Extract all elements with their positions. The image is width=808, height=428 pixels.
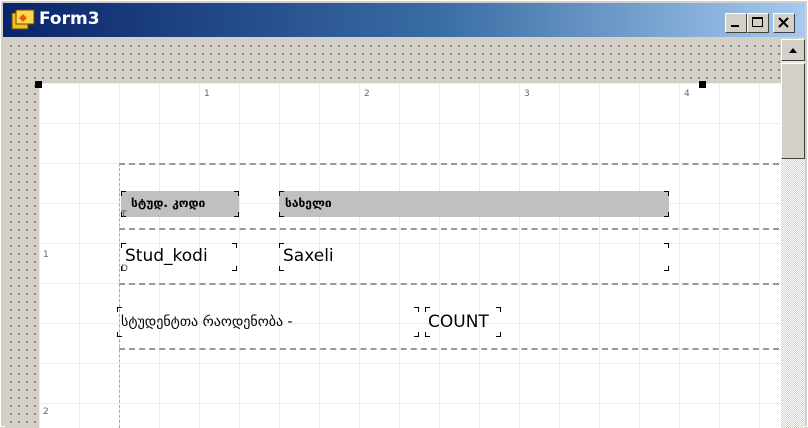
selection-mark	[232, 243, 237, 248]
arrow-up-icon	[789, 48, 797, 53]
selection-mark	[414, 332, 419, 337]
selection-mark	[414, 307, 419, 312]
maximize-icon	[752, 17, 763, 27]
band-separator-top	[119, 163, 779, 165]
selection-mark	[664, 191, 669, 196]
selection-mark	[117, 307, 122, 312]
window-title: Form3	[39, 9, 100, 29]
header-label-stud-kod: სტუდ. კოდი	[131, 196, 206, 210]
title-bar[interactable]: Form3	[3, 3, 805, 37]
selection-mark	[279, 191, 284, 196]
ruler-top-4: 4	[684, 89, 690, 99]
band-separator-detail	[119, 283, 779, 285]
selection-mark	[234, 191, 239, 196]
header-cell-stud-kod[interactable]: სტუდ. კოდი	[121, 191, 239, 217]
selection-mark	[279, 212, 284, 217]
page-corner-marker-left	[35, 81, 42, 88]
selection-mark	[117, 332, 122, 337]
selection-mark	[234, 212, 239, 217]
left-margin-guide	[119, 163, 120, 428]
selection-mark	[664, 243, 669, 248]
maximize-button[interactable]	[747, 13, 769, 33]
ruler-top-3: 3	[524, 89, 530, 99]
footer-field-count[interactable]: COUNT	[425, 307, 501, 337]
detail-text-stud-kodi: Stud_kodi	[125, 246, 208, 266]
selection-mark	[279, 266, 284, 271]
band-marker-detail: D	[121, 264, 128, 274]
band-separator-footer	[119, 348, 779, 350]
selection-mark	[425, 332, 430, 337]
footer-text-count-label: სტუდენტთა რაოდენობა -	[121, 314, 293, 330]
selection-mark	[121, 191, 126, 196]
detail-field-stud-kodi[interactable]: Stud_kodi	[121, 243, 237, 271]
selection-mark	[496, 332, 501, 337]
form3-window: Form3 1 2 3 4 1 2 სტუდ. კოდი სახელი T St…	[0, 0, 808, 428]
ruler-left-1: 1	[43, 250, 49, 260]
minimize-icon	[731, 25, 739, 27]
scroll-thumb[interactable]	[781, 63, 805, 159]
footer-text-count: COUNT	[428, 312, 489, 332]
minimize-button[interactable]	[725, 13, 747, 33]
header-cell-saxeli[interactable]: სახელი	[279, 191, 669, 217]
selection-mark	[664, 266, 669, 271]
selection-mark	[664, 212, 669, 217]
page-corner-marker-right	[699, 81, 706, 88]
ruler-left-2: 2	[43, 407, 49, 417]
band-marker-title: T	[121, 210, 127, 220]
band-separator-header	[119, 228, 779, 230]
selection-mark	[232, 266, 237, 271]
detail-field-saxeli[interactable]: Saxeli	[279, 243, 669, 271]
ruler-top-1: 1	[204, 89, 210, 99]
scroll-up-button[interactable]	[781, 39, 805, 61]
ruler-top-2: 2	[364, 89, 370, 99]
close-button[interactable]	[773, 13, 795, 33]
app-icon	[11, 9, 35, 31]
vertical-scrollbar[interactable]	[781, 39, 805, 428]
detail-text-saxeli: Saxeli	[283, 246, 334, 266]
selection-mark	[496, 307, 501, 312]
header-label-saxeli: სახელი	[285, 196, 332, 210]
close-icon	[778, 17, 789, 28]
footer-label-count[interactable]: სტუდენტთა რაოდენობა -	[117, 307, 419, 337]
